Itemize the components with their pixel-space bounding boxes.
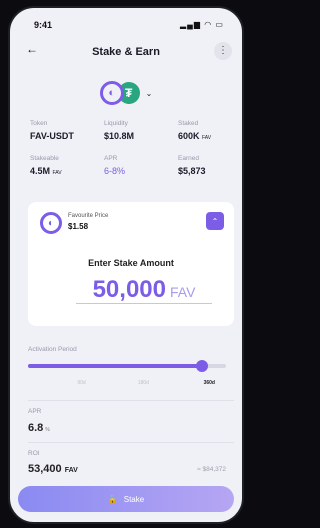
stake-amount-value[interactable]: 50,000 bbox=[93, 276, 166, 303]
stake-input-card: ◐ Favourite Price $1.58 ⌃ Enter Stake Am… bbox=[28, 202, 234, 326]
slider-thumb[interactable] bbox=[196, 360, 209, 372]
roi-unit: FAV bbox=[64, 467, 78, 474]
stat-label: Earned bbox=[178, 155, 199, 162]
stake-button-label: Stake bbox=[123, 494, 145, 504]
activation-tick[interactable]: 180d bbox=[138, 380, 149, 386]
stat-liquidity: Liquidity $10.8M bbox=[104, 120, 178, 141]
collapse-button[interactable]: ⌃ bbox=[206, 212, 224, 230]
chevron-up-icon: ⌃ bbox=[211, 216, 219, 226]
stat-value: FAV-USDT bbox=[30, 131, 74, 141]
stat-unit: FAV bbox=[202, 135, 212, 141]
fav-logo-icon: ◐ bbox=[40, 212, 62, 234]
stat-earned: Earned $5,873 bbox=[178, 155, 242, 176]
stat-value: $10.8M bbox=[104, 131, 135, 141]
activation-tick[interactable]: 90d bbox=[77, 380, 85, 386]
stat-label: Liquidity bbox=[104, 120, 128, 127]
lock-icon: 🔒 bbox=[107, 494, 118, 504]
stat-unit: FAV bbox=[52, 170, 62, 176]
token-pair-selector[interactable]: ◐ ₮ ⌄ bbox=[10, 80, 242, 106]
divider bbox=[28, 400, 234, 401]
chevron-down-icon[interactable]: ⌄ bbox=[146, 89, 153, 98]
stat-staked: Staked 600K FAV bbox=[178, 120, 242, 141]
stat-token: Token FAV-USDT bbox=[30, 120, 104, 141]
stat-label: Staked bbox=[178, 120, 199, 127]
price-label: Favourite Price bbox=[68, 213, 109, 219]
status-time: 9:41 bbox=[34, 20, 53, 30]
stat-label: Stakeable bbox=[30, 155, 59, 162]
divider bbox=[28, 442, 234, 443]
activation-period-label: Activation Period bbox=[28, 346, 77, 353]
slider-fill bbox=[28, 364, 203, 368]
phone-screen: 9:41 ▂▄▆ ◠ ▭ ← Stake & Earn ⋮ ◐ ₮ ⌄ Toke… bbox=[8, 6, 244, 524]
stake-amount-unit: FAV bbox=[169, 284, 196, 300]
stake-amount-input[interactable]: 50,000 FAV bbox=[76, 276, 212, 304]
signal-wifi-battery-icon: ▂▄▆ ◠ ▭ bbox=[180, 20, 224, 29]
stake-button[interactable]: 🔒 Stake bbox=[18, 486, 234, 512]
stat-label: Token bbox=[30, 120, 48, 127]
roi-usd-value: ≈ $84,372 bbox=[197, 466, 226, 473]
stake-amount-label: Enter Stake Amount bbox=[88, 258, 174, 268]
activation-tick[interactable]: 360d bbox=[204, 380, 215, 386]
nav-bar: ← Stake & Earn ⋮ bbox=[10, 42, 242, 64]
more-options-icon[interactable]: ⋮ bbox=[214, 42, 232, 60]
stat-stakeable: Stakeable 4.5M FAV bbox=[30, 155, 104, 176]
stat-value: 4.5M FAV bbox=[30, 166, 62, 176]
fav-coin-icon: ◐ bbox=[99, 81, 124, 105]
apr-label: APR bbox=[28, 408, 42, 415]
activation-ticks: 90d 180d 360d bbox=[28, 380, 234, 390]
apr-value: 6.8% bbox=[28, 422, 50, 434]
pool-stats-grid: Token FAV-USDT Liquidity $10.8M Staked 6… bbox=[30, 120, 232, 176]
stat-label: APR bbox=[104, 155, 118, 162]
roi-label: ROI bbox=[28, 450, 40, 457]
price-value: $1.58 bbox=[68, 222, 89, 231]
stat-apr: APR 6-8% bbox=[104, 155, 178, 176]
apr-unit: % bbox=[45, 427, 50, 433]
status-bar: 9:41 ▂▄▆ ◠ ▭ bbox=[10, 8, 242, 32]
stat-value: $5,873 bbox=[178, 166, 206, 176]
stat-value: 6-8% bbox=[104, 166, 126, 176]
activation-period-slider[interactable] bbox=[28, 360, 226, 372]
stat-value: 600K FAV bbox=[178, 131, 212, 141]
roi-value: 53,400 FAV bbox=[28, 463, 78, 475]
page-title: Stake & Earn bbox=[92, 46, 160, 58]
